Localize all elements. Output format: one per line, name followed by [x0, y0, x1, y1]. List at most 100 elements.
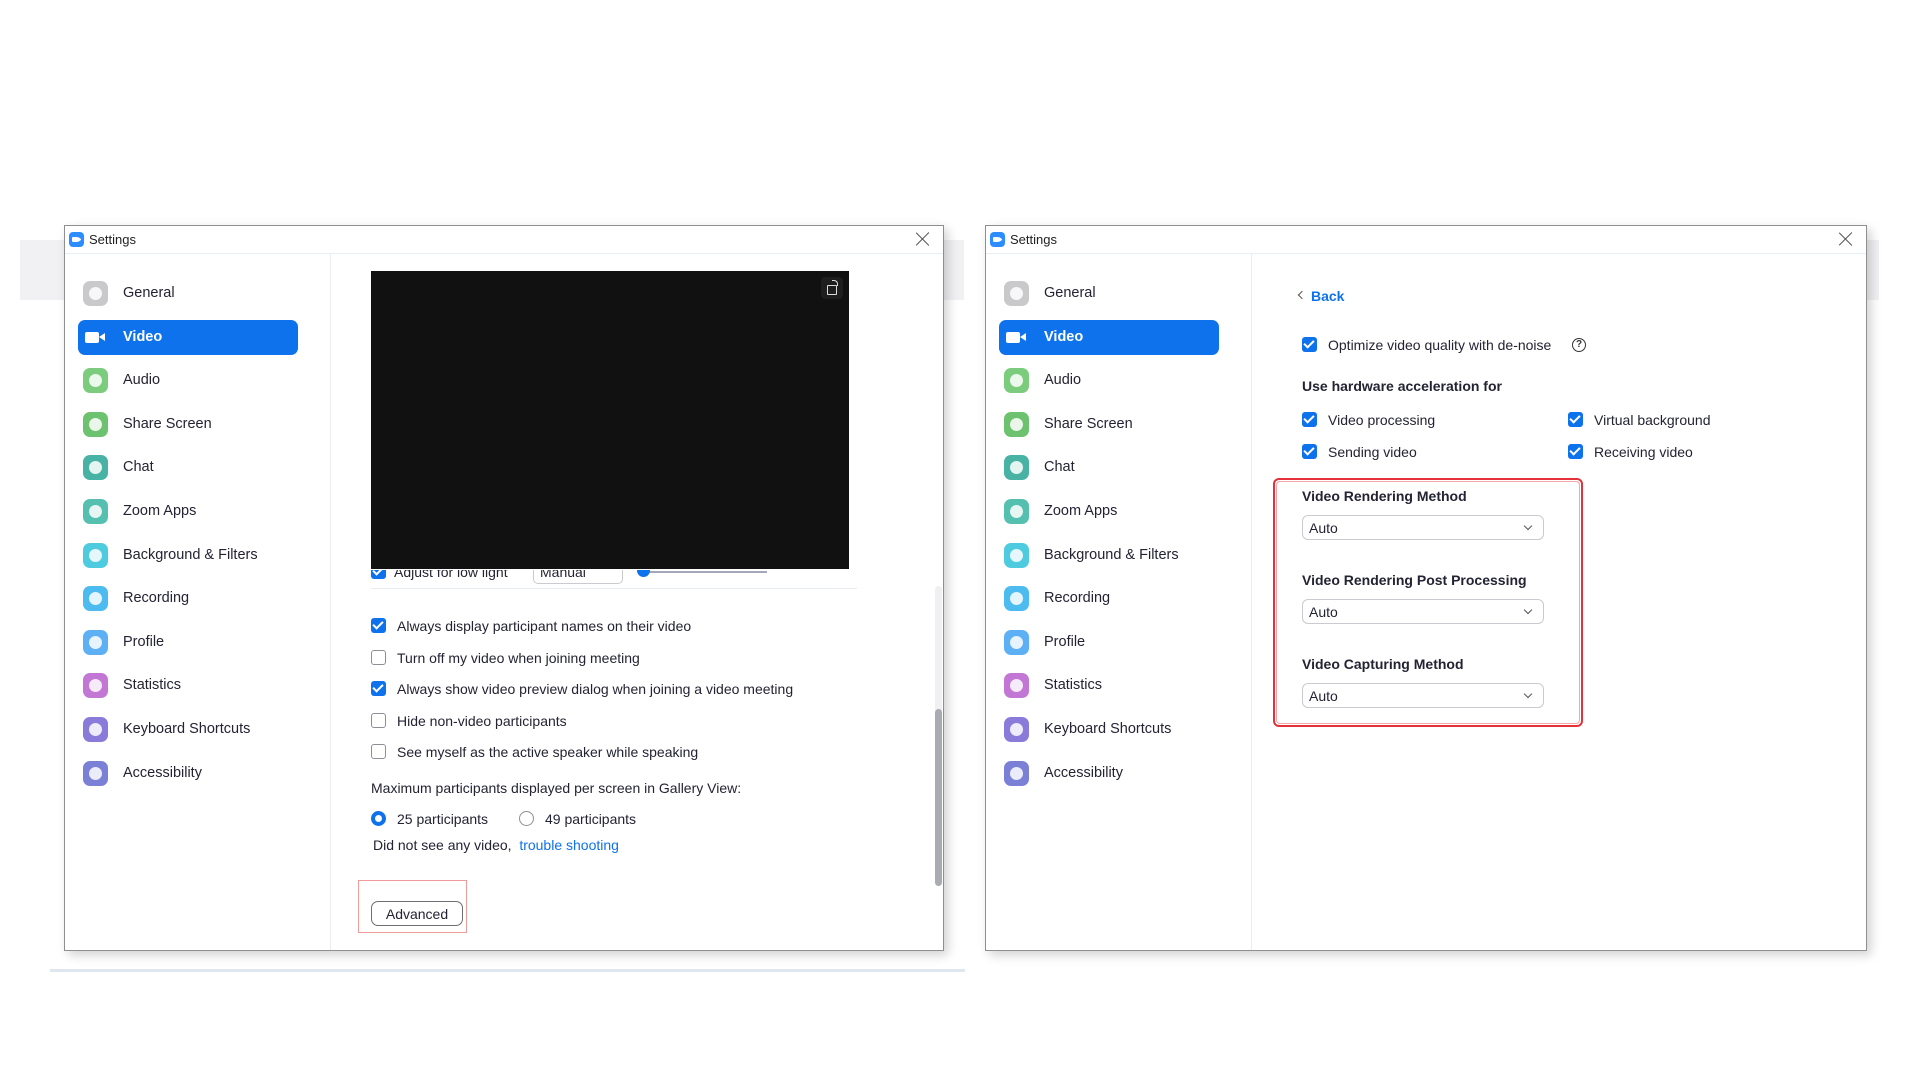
- low-light-row: Adjust for low light Manual: [371, 570, 871, 584]
- sidebar-item-accessibility[interactable]: Accessibility: [999, 756, 1219, 791]
- option-checkbox[interactable]: [371, 712, 386, 728]
- accessibility-icon: [83, 760, 108, 786]
- sidebar-item-profile[interactable]: Profile: [78, 625, 298, 660]
- sidebar-item-label: Audio: [1044, 372, 1082, 389]
- chat-bubble-icon: [83, 455, 108, 481]
- background-window-strip: [944, 240, 964, 300]
- title-bar: Settings: [65, 226, 943, 254]
- hw-accel-checkbox[interactable]: [1568, 444, 1583, 459]
- gear-icon: [1004, 281, 1029, 306]
- low-light-slider-track[interactable]: [649, 571, 767, 573]
- option-label: See myself as the active speaker while s…: [397, 744, 699, 760]
- dropdown-select[interactable]: Auto: [1302, 683, 1544, 708]
- sidebar-item-recording[interactable]: Recording: [999, 581, 1219, 616]
- sidebar-item-audio[interactable]: Audio: [78, 363, 298, 398]
- hw-accel-label: Virtual background: [1594, 412, 1711, 428]
- option-label: Always display participant names on thei…: [397, 618, 692, 634]
- statistics-icon: [83, 673, 108, 699]
- close-icon[interactable]: [913, 229, 933, 249]
- dropdown-label: Video Rendering Method: [1302, 488, 1467, 504]
- sidebar-item-label: Recording: [1044, 590, 1111, 607]
- chevron-down-icon: [1523, 521, 1533, 531]
- sidebar-item-label: Profile: [1044, 633, 1086, 650]
- dropdown-value: Auto: [1309, 688, 1338, 704]
- rotate-camera-icon[interactable]: [821, 277, 843, 299]
- zoom-apps-icon: [83, 499, 108, 524]
- sidebar-item-statistics[interactable]: Statistics: [78, 668, 298, 703]
- sidebar-item-label: Chat: [123, 459, 154, 476]
- dropdown-value: Auto: [1309, 604, 1338, 620]
- back-button[interactable]: Back: [1296, 286, 1366, 306]
- chevron-down-icon: [1523, 689, 1533, 699]
- gallery-radio[interactable]: [371, 811, 386, 826]
- hw-accel-checkbox[interactable]: [1568, 412, 1583, 427]
- scrollbar-thumb[interactable]: [935, 709, 942, 886]
- sidebar: General Video Audio Share Screen Chat Zoom Ap…: [986, 254, 1252, 950]
- sidebar-item-general[interactable]: General: [999, 276, 1219, 311]
- sidebar-item-label: Video: [123, 328, 163, 345]
- option-checkbox[interactable]: [371, 618, 386, 633]
- sidebar-item-label: Accessibility: [1044, 764, 1123, 781]
- troubleshoot-text: Did not see any video, trouble shooting: [373, 837, 619, 853]
- background-window-strip: [20, 240, 64, 300]
- hw-accel-label: Sending video: [1328, 444, 1417, 460]
- zoom-app-icon: [990, 232, 1005, 247]
- sidebar-item-accessibility[interactable]: Accessibility: [78, 756, 298, 791]
- window-title: Settings: [89, 232, 136, 247]
- back-label: Back: [1311, 288, 1345, 304]
- sidebar-item-background-filters[interactable]: Background & Filters: [78, 538, 298, 573]
- chevron-left-icon: [1297, 290, 1307, 300]
- option-checkbox[interactable]: [371, 744, 386, 759]
- sidebar-item-statistics[interactable]: Statistics: [999, 668, 1219, 703]
- sidebar-item-general[interactable]: General: [78, 276, 298, 311]
- help-icon[interactable]: ?: [1572, 338, 1586, 352]
- sidebar-item-recording[interactable]: Recording: [78, 581, 298, 616]
- keyboard-icon: [83, 717, 108, 742]
- hw-accel-checkbox[interactable]: [1302, 412, 1317, 427]
- sidebar-item-profile[interactable]: Profile: [999, 625, 1219, 660]
- title-bar: Settings: [986, 226, 1866, 254]
- hw-accel-label: Receiving video: [1594, 444, 1693, 460]
- background-filters-icon: [1004, 542, 1029, 568]
- advanced-video-panel: Back Optimize video quality with de-nois…: [1252, 254, 1866, 950]
- recording-icon: [1004, 586, 1029, 612]
- option-checkbox[interactable]: [371, 681, 386, 696]
- section-divider: [371, 588, 857, 589]
- low-light-mode-select[interactable]: Manual: [533, 570, 623, 584]
- denoise-checkbox[interactable]: [1302, 337, 1317, 352]
- sidebar-item-label: Profile: [123, 633, 165, 650]
- low-light-slider-handle[interactable]: [637, 570, 650, 577]
- settings-window-advanced-video: Settings General Video Audio Share Screen Ch…: [985, 225, 1867, 951]
- hw-accel-checkbox[interactable]: [1302, 444, 1317, 459]
- background-window-strip: [1867, 240, 1879, 300]
- sidebar-item-keyboard-shortcuts[interactable]: Keyboard Shortcuts: [999, 712, 1219, 747]
- settings-window-video: Settings General Video Audio Share Screen Ch…: [64, 225, 944, 951]
- gallery-radio-label: 25 participants: [397, 811, 489, 827]
- recording-icon: [83, 586, 108, 612]
- sidebar-item-background-filters[interactable]: Background & Filters: [999, 538, 1219, 573]
- gallery-view-label: Maximum participants displayed per scree…: [371, 780, 742, 796]
- sidebar-item-share-screen[interactable]: Share Screen: [78, 407, 298, 442]
- sidebar-item-share-screen[interactable]: Share Screen: [999, 407, 1219, 442]
- sidebar-item-keyboard-shortcuts[interactable]: Keyboard Shortcuts: [78, 712, 298, 747]
- sidebar-item-video[interactable]: Video: [78, 319, 298, 355]
- gallery-radio[interactable]: [519, 811, 534, 826]
- close-icon[interactable]: [1836, 229, 1856, 249]
- advanced-button[interactable]: Advanced: [371, 901, 463, 926]
- sidebar-item-label: Background & Filters: [1044, 546, 1179, 563]
- sidebar-item-zoom-apps[interactable]: Zoom Apps: [78, 494, 298, 529]
- option-checkbox[interactable]: [371, 649, 386, 665]
- denoise-label: Optimize video quality with de-noise: [1328, 337, 1552, 353]
- sidebar-item-chat[interactable]: Chat: [999, 450, 1219, 485]
- dropdown-select[interactable]: Auto: [1302, 515, 1544, 540]
- sidebar-item-audio[interactable]: Audio: [999, 363, 1219, 398]
- low-light-checkbox[interactable]: [371, 570, 386, 579]
- accessibility-icon: [1004, 760, 1029, 786]
- sidebar-item-chat[interactable]: Chat: [78, 450, 298, 485]
- sidebar-item-label: Accessibility: [123, 764, 202, 781]
- troubleshooting-link[interactable]: trouble shooting: [519, 837, 619, 853]
- headphones-icon: [83, 368, 108, 394]
- dropdown-select[interactable]: Auto: [1302, 599, 1544, 624]
- sidebar-item-video[interactable]: Video: [999, 319, 1219, 355]
- sidebar-item-zoom-apps[interactable]: Zoom Apps: [999, 494, 1219, 529]
